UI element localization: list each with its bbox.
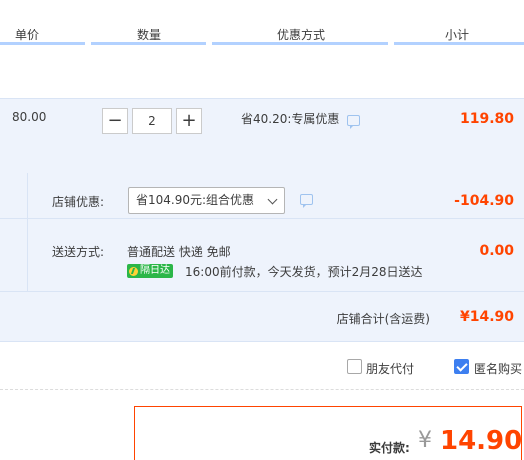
shop-discount-label: 店铺优惠: xyxy=(52,195,105,209)
shop-discount-value: -104.90 xyxy=(454,193,514,209)
lightning-icon xyxy=(129,266,138,276)
shop-total-label: 店铺合计(含运费) xyxy=(336,312,430,326)
cart-header: 单价 数量 优惠方式 小计 xyxy=(0,0,524,45)
purchase-options: 朋友代付 匿名购买 xyxy=(0,342,524,390)
badge-label: 隔日达 xyxy=(140,265,170,276)
header-promotion: 优惠方式 xyxy=(277,28,326,42)
anonymous-purchase-checkbox[interactable] xyxy=(454,359,469,374)
payment-summary: 实付款: ¥ 14.90 xyxy=(134,406,522,460)
shipping-fee: 0.00 xyxy=(479,243,514,259)
shop-total-value: ¥14.90 xyxy=(459,309,514,325)
decrease-quantity-button[interactable]: − xyxy=(102,108,128,134)
header-bar xyxy=(0,42,85,45)
increase-quantity-button[interactable]: + xyxy=(176,108,202,134)
item-promotion-text: 省40.20:专属优惠 xyxy=(241,112,340,126)
friend-pay-checkbox[interactable] xyxy=(347,359,362,374)
message-icon[interactable] xyxy=(300,194,313,208)
shipping-method: 普通配送 快递 免邮 xyxy=(127,245,231,259)
divider xyxy=(0,218,524,219)
friend-pay-label[interactable]: 朋友代付 xyxy=(366,360,414,377)
quantity-input[interactable]: 2 xyxy=(132,108,172,134)
anonymous-purchase-label[interactable]: 匿名购买 xyxy=(474,360,522,377)
shop-discount-select[interactable]: 省104.90元:组合优惠 xyxy=(128,187,285,214)
message-icon[interactable] xyxy=(347,115,360,129)
payment-label: 实付款: xyxy=(369,441,410,455)
header-bar xyxy=(394,42,524,45)
item-subtotal: 119.80 xyxy=(459,111,514,127)
chevron-down-icon xyxy=(267,194,278,205)
header-bar xyxy=(91,42,206,45)
cart-item-row: 80.00 − 2 + 省40.20:专属优惠 119.80 xyxy=(0,98,524,173)
shop-summary: 店铺优惠: 省104.90元:组合优惠 -104.90 送送方式: 普通配送 快… xyxy=(0,173,524,291)
shop-discount-selected: 省104.90元:组合优惠 xyxy=(136,193,255,207)
quantity-stepper: − 2 + xyxy=(102,108,202,134)
header-subtotal: 小计 xyxy=(445,28,470,42)
currency-symbol: ¥ xyxy=(418,428,432,453)
next-day-delivery-badge: 隔日达 xyxy=(127,264,173,278)
shipping-label: 送送方式: xyxy=(52,245,105,259)
shipping-note: 16:00前付款，今天发货，预计2月28日送达 xyxy=(185,265,423,279)
header-quantity: 数量 xyxy=(137,28,162,42)
unit-price: 80.00 xyxy=(12,110,47,124)
payment-amount: 14.90 xyxy=(440,426,523,456)
shop-total-row: 店铺合计(含运费) ¥14.90 xyxy=(0,291,524,342)
header-bar xyxy=(212,42,388,45)
header-unit-price: 单价 xyxy=(15,28,40,42)
